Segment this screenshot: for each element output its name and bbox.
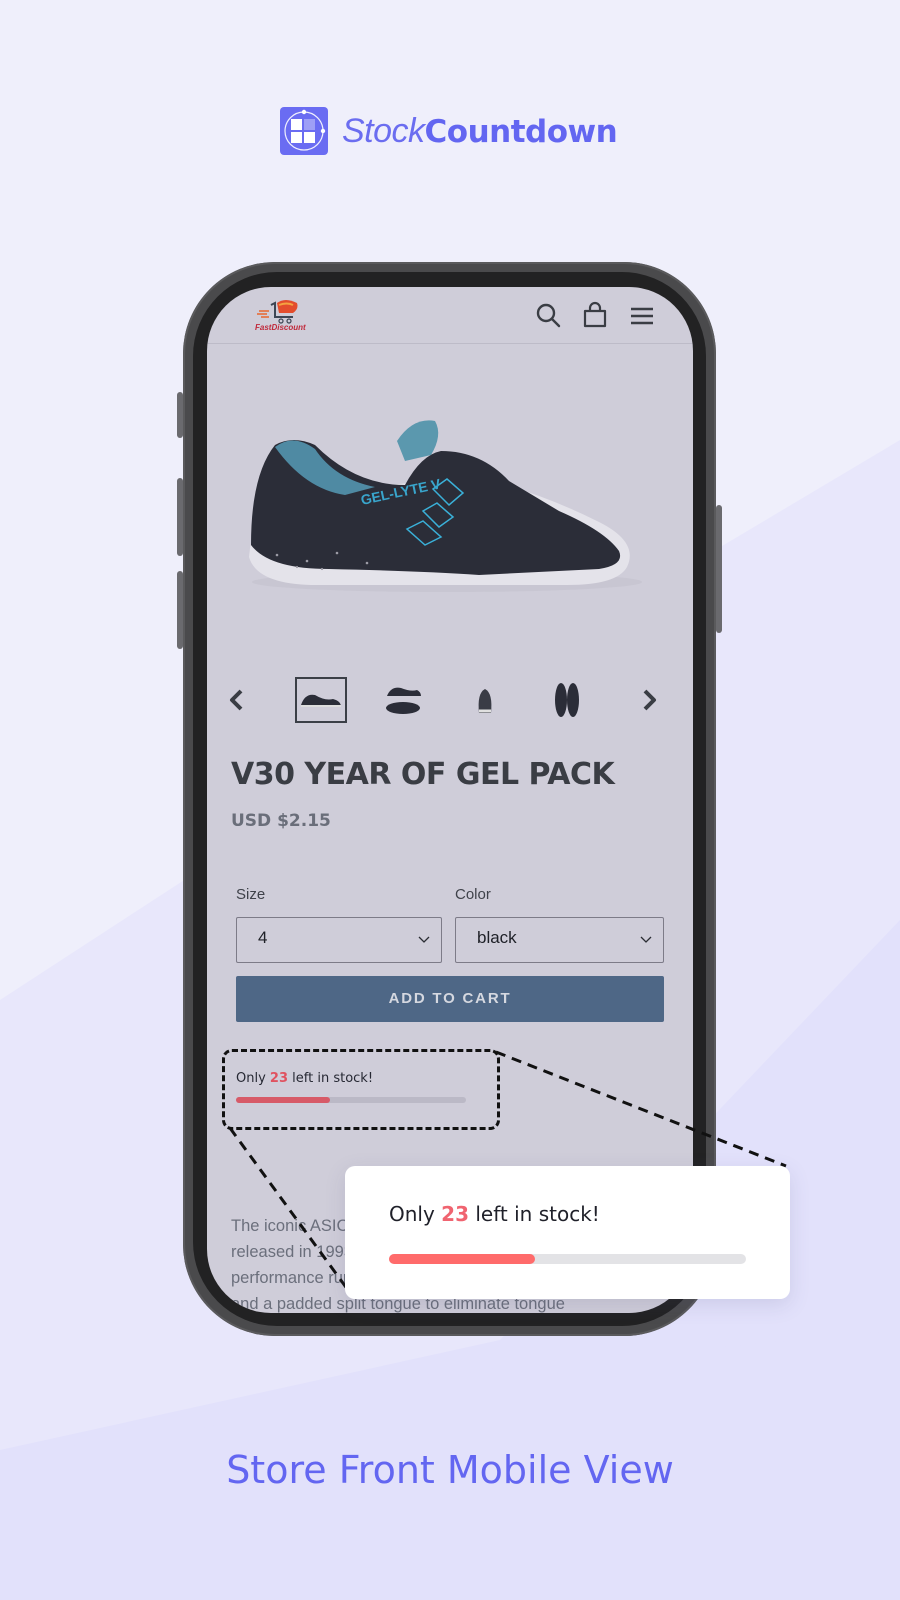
color-select[interactable]: black	[455, 917, 664, 963]
size-label: Size	[236, 886, 266, 903]
phone-screen: FastDiscount GEL-LYTE V V30 YEAR OF GEL …	[207, 287, 693, 1313]
brand-header: StockCountdown	[280, 107, 618, 155]
thumbnail-back-view[interactable]	[459, 677, 511, 723]
chevron-down-icon	[418, 936, 430, 943]
preview-progress-fill	[389, 1254, 536, 1264]
chevron-left-icon[interactable]	[225, 687, 249, 713]
color-select-value: black	[477, 928, 517, 947]
product-title: V30 YEAR OF GEL PACK	[231, 757, 615, 792]
brand-name-bold: Countdown	[424, 113, 618, 150]
cart-logo-icon	[257, 300, 298, 324]
add-to-cart-button[interactable]: ADD TO CART	[236, 976, 664, 1022]
search-icon[interactable]	[534, 301, 562, 329]
size-select-value: 4	[258, 928, 268, 947]
product-price: USD $2.15	[231, 811, 331, 831]
thumbnail-carousel	[207, 677, 693, 727]
callout-highlight-box	[222, 1049, 500, 1130]
thumbnail-pair-top-view[interactable]	[541, 677, 593, 723]
preview-stock-count: 23	[441, 1202, 470, 1226]
menu-icon[interactable]	[628, 301, 656, 329]
product-image[interactable]: GEL-LYTE V	[237, 377, 657, 617]
stockcountdown-logo-icon	[280, 107, 328, 155]
chevron-right-icon[interactable]	[637, 687, 661, 713]
store-logo[interactable]: FastDiscount	[255, 299, 306, 335]
caption: Store Front Mobile View	[226, 1448, 674, 1492]
preview-progress-track	[389, 1254, 746, 1264]
preview-stock-message: Only 23 left in stock!	[389, 1202, 600, 1226]
brand-name: StockCountdown	[342, 111, 618, 151]
thumbnail-side-view[interactable]	[295, 677, 347, 723]
brand-name-light: Stock	[342, 111, 425, 150]
sneaker-illustration: GEL-LYTE V	[249, 420, 642, 592]
thumbnail-top-side-view[interactable]	[377, 677, 429, 723]
size-select[interactable]: 4	[236, 917, 442, 963]
shopping-bag-icon[interactable]	[581, 301, 609, 329]
stock-countdown-preview-card: Only 23 left in stock!	[345, 1166, 790, 1299]
color-label: Color	[455, 886, 491, 903]
phone-power-button	[716, 505, 722, 633]
store-header: FastDiscount	[207, 287, 693, 344]
chevron-down-icon	[640, 936, 652, 943]
store-logo-text: FastDiscount	[255, 323, 306, 332]
